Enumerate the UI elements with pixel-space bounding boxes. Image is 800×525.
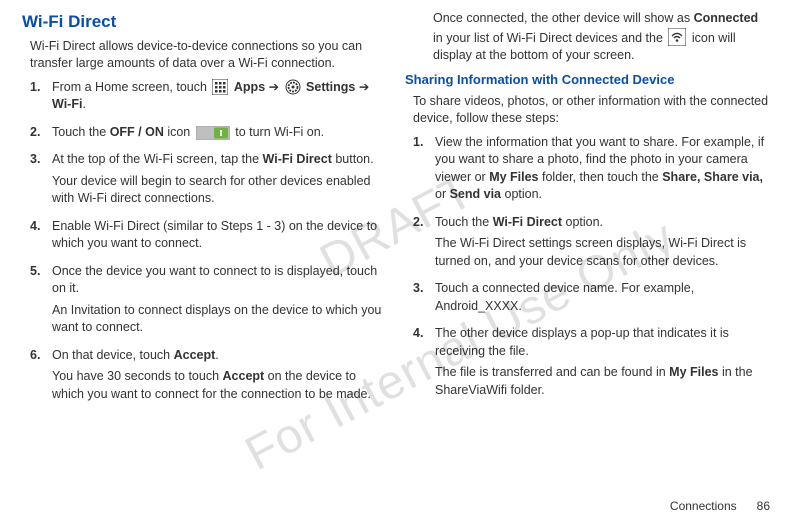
step-number: 1. [30,79,52,118]
step-after: An Invitation to connect displays on the… [52,302,387,337]
step-number: 4. [30,218,52,257]
step-text: From a Home screen, touch Apps ➔ Setting… [52,79,387,114]
steps-list-right: 1.View the information that you want to … [413,134,770,404]
step-body: On that device, touch Accept. You have 30… [52,347,387,408]
steps-list-left: 1.From a Home screen, touch Apps ➔ Setti… [30,79,387,408]
step-item: 1.View the information that you want to … [413,134,770,208]
step-text: Touch the OFF / ON icon to turn Wi-Fi on… [52,124,387,142]
step-after: The file is transferred and can be found… [435,364,770,399]
step-text: Touch a connected device name. For examp… [435,280,770,315]
step-item: 4.Enable Wi-Fi Direct (similar to Steps … [30,218,387,257]
step-number: 3. [30,151,52,212]
step-body: At the top of the Wi-Fi screen, tap the … [52,151,387,212]
step-item: 2.Touch the OFF / ON icon to turn Wi-Fi … [30,124,387,146]
step-number: 2. [413,214,435,275]
step-number: 1. [413,134,435,208]
step-text: Enable Wi-Fi Direct (similar to Steps 1 … [52,218,387,253]
step-text: View the information that you want to sh… [435,134,770,204]
subsection-heading: Sharing Information with Connected Devic… [405,71,770,89]
toggle-on-icon [196,126,230,140]
step-body: Enable Wi-Fi Direct (similar to Steps 1 … [52,218,387,257]
step-text: Once the device you want to connect to i… [52,263,387,298]
step-number: 6. [30,347,52,408]
step-text: Touch the Wi-Fi Direct option. [435,214,770,232]
step-number: 3. [413,280,435,319]
section-intro: Wi-Fi Direct allows device-to-device con… [30,38,387,73]
step-after: Your device will begin to search for oth… [52,173,387,208]
settings-icon [285,79,301,95]
footer-section: Connections [670,499,737,513]
step-item: 5.Once the device you want to connect to… [30,263,387,341]
step-body: The other device displays a pop-up that … [435,325,770,403]
step-number: 5. [30,263,52,341]
connected-note: Once connected, the other device will sh… [433,10,770,65]
step-item: 3.At the top of the Wi-Fi screen, tap th… [30,151,387,212]
step-text: On that device, touch Accept. [52,347,387,365]
step-body: From a Home screen, touch Apps ➔ Setting… [52,79,387,118]
step-body: Touch the Wi-Fi Direct option. The Wi-Fi … [435,214,770,275]
apps-icon [212,79,228,95]
page-footer: Connections 86 [670,498,770,515]
step-item: 3.Touch a connected device name. For exa… [413,280,770,319]
step-after: The Wi-Fi Direct settings screen display… [435,235,770,270]
step-item: 2.Touch the Wi-Fi Direct option. The Wi-F… [413,214,770,275]
two-column-layout: Wi-Fi Direct Wi-Fi Direct allows device-… [22,10,770,413]
step-text: At the top of the Wi-Fi screen, tap the … [52,151,387,169]
subsection-intro: To share videos, photos, or other inform… [413,93,770,128]
step-after: You have 30 seconds to touch Accept on t… [52,368,387,403]
section-heading: Wi-Fi Direct [22,10,387,34]
step-text: The other device displays a pop-up that … [435,325,770,360]
step-body: Touch the OFF / ON icon to turn Wi-Fi on… [52,124,387,146]
step-item: 6.On that device, touch Accept. You have … [30,347,387,408]
step-body: Touch a connected device name. For examp… [435,280,770,319]
step-item: 4.The other device displays a pop-up tha… [413,325,770,403]
left-column: Wi-Fi Direct Wi-Fi Direct allows device-… [22,10,387,413]
step-number: 2. [30,124,52,146]
right-column: Once connected, the other device will sh… [405,10,770,413]
wifi-direct-status-icon [668,28,686,46]
step-body: Once the device you want to connect to i… [52,263,387,341]
footer-page: 86 [757,499,770,513]
step-body: View the information that you want to sh… [435,134,770,208]
step-item: 1.From a Home screen, touch Apps ➔ Setti… [30,79,387,118]
step-number: 4. [413,325,435,403]
